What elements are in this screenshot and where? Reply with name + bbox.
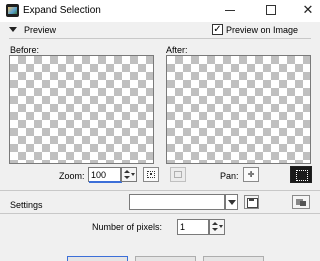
spin-down-icon[interactable] xyxy=(212,228,218,231)
settings-dropdown-button[interactable] xyxy=(225,194,238,210)
cancel-button[interactable] xyxy=(135,256,196,261)
title-bar: Expand Selection ✕ xyxy=(0,0,320,22)
zoom-input[interactable]: 100 xyxy=(88,167,122,183)
settings-label: Settings xyxy=(10,200,43,210)
zoom-stepper[interactable] xyxy=(121,167,137,182)
before-label: Before: xyxy=(10,45,40,55)
zoom-actual-size-button[interactable] xyxy=(170,167,186,182)
close-button[interactable]: ✕ xyxy=(290,1,320,20)
window-title: Expand Selection xyxy=(23,5,101,16)
preview-on-image-checkbox[interactable]: ✓ xyxy=(212,24,223,35)
preview-on-image-label[interactable]: Preview on Image xyxy=(226,25,298,35)
pan-button[interactable]: ✛ xyxy=(243,167,259,182)
after-label: After: xyxy=(166,45,188,55)
pan-crosshair-icon: ✛ xyxy=(247,170,255,179)
divider xyxy=(0,213,320,214)
zoom-to-fit-button[interactable] xyxy=(143,167,159,182)
help-button[interactable] xyxy=(203,256,264,261)
number-of-pixels-label: Number of pixels: xyxy=(92,222,163,232)
minimize-icon xyxy=(225,10,235,11)
maximize-button[interactable] xyxy=(253,1,289,20)
app-icon xyxy=(6,4,19,17)
actual-size-icon xyxy=(174,171,182,178)
number-of-pixels-stepper[interactable] xyxy=(209,219,225,235)
divider xyxy=(9,38,311,39)
dropdown-arrow-icon[interactable] xyxy=(131,173,135,176)
zoom-fit-icon xyxy=(147,171,155,178)
spin-up-icon[interactable] xyxy=(124,170,130,173)
spin-down-icon[interactable] xyxy=(124,176,130,179)
divider xyxy=(0,190,320,191)
dropdown-arrow-icon[interactable] xyxy=(219,225,223,228)
minimize-button[interactable] xyxy=(212,1,248,20)
spin-up-icon[interactable] xyxy=(212,222,218,225)
proof-toggle-button[interactable] xyxy=(290,166,312,183)
close-icon: ✕ xyxy=(302,3,314,18)
before-preview-pane[interactable] xyxy=(9,55,154,164)
settings-preset-select[interactable] xyxy=(129,194,225,210)
number-of-pixels-input[interactable]: 1 xyxy=(177,219,209,235)
reset-preset-button[interactable] xyxy=(292,195,310,209)
after-preview-pane[interactable] xyxy=(166,55,311,164)
save-preset-button[interactable] xyxy=(244,195,259,209)
collapse-preview-icon[interactable] xyxy=(9,27,17,32)
preview-section-label[interactable]: Preview xyxy=(24,25,56,35)
maximize-icon xyxy=(266,5,276,15)
checkmark-icon: ✓ xyxy=(213,24,222,35)
ok-button[interactable] xyxy=(67,256,128,261)
zoom-label: Zoom: xyxy=(59,171,85,181)
pan-label: Pan: xyxy=(220,171,239,181)
